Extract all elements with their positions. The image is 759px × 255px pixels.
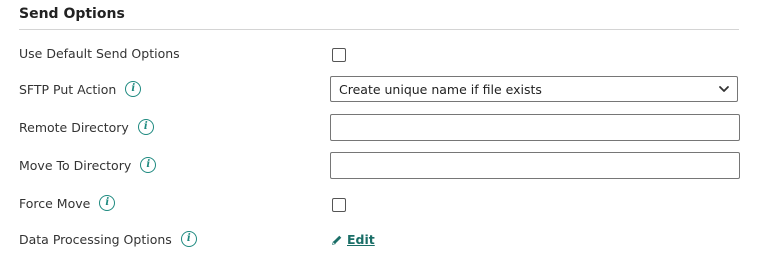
force-move-text: Force Move bbox=[19, 195, 91, 211]
info-icon[interactable]: i bbox=[140, 157, 157, 173]
move-to-directory-label: Move To Directory i bbox=[19, 157, 157, 173]
edit-link-label: Edit bbox=[347, 232, 375, 247]
sftp-put-action-label: SFTP Put Action i bbox=[19, 81, 142, 97]
move-to-directory-input[interactable] bbox=[330, 152, 740, 179]
use-default-send-options-checkbox[interactable] bbox=[332, 48, 346, 62]
info-icon[interactable]: i bbox=[125, 81, 142, 97]
remote-directory-label: Remote Directory i bbox=[19, 119, 154, 135]
sftp-put-action-selected-value: Create unique name if file exists bbox=[339, 81, 542, 97]
edit-link[interactable]: Edit bbox=[331, 232, 375, 247]
remote-directory-text: Remote Directory bbox=[19, 119, 129, 135]
section-divider bbox=[19, 29, 739, 30]
sftp-put-action-text: SFTP Put Action bbox=[19, 81, 117, 97]
data-processing-options-label: Data Processing Options i bbox=[19, 231, 197, 247]
pencil-icon bbox=[332, 235, 342, 245]
sftp-put-action-select[interactable]: Create unique name if file exists bbox=[330, 76, 738, 102]
info-icon[interactable]: i bbox=[99, 195, 116, 211]
force-move-checkbox[interactable] bbox=[332, 198, 346, 212]
data-processing-options-text: Data Processing Options bbox=[19, 231, 172, 247]
use-default-send-options-text: Use Default Send Options bbox=[19, 46, 180, 61]
info-icon[interactable]: i bbox=[137, 119, 154, 135]
section-title: Send Options bbox=[19, 6, 125, 22]
chevron-down-icon bbox=[719, 86, 729, 92]
info-icon[interactable]: i bbox=[180, 231, 197, 247]
force-move-label: Force Move i bbox=[19, 195, 116, 211]
move-to-directory-text: Move To Directory bbox=[19, 157, 132, 173]
remote-directory-input[interactable] bbox=[330, 114, 740, 141]
use-default-send-options-label: Use Default Send Options bbox=[19, 46, 180, 61]
